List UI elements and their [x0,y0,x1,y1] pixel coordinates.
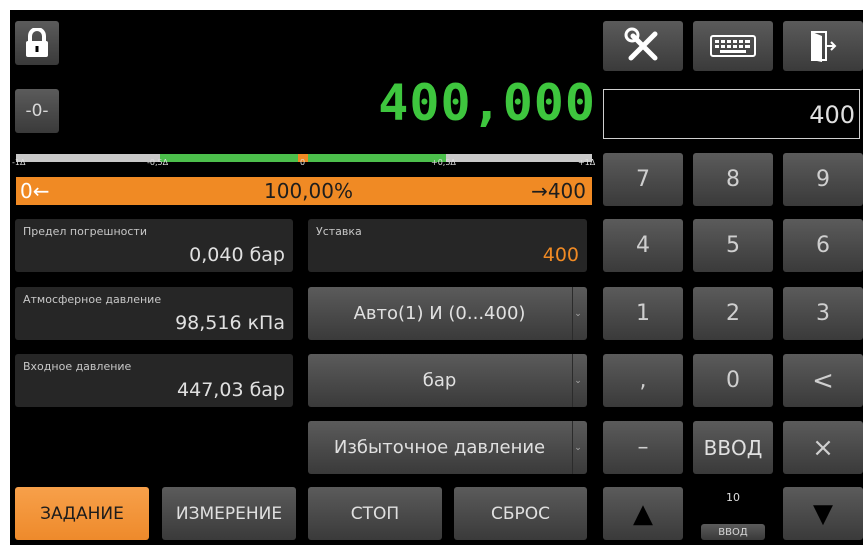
range-progress-left: 0← [20,179,50,203]
unit-select-value: бар [422,370,457,391]
tools-icon [624,27,658,61]
chevron-down-icon: ⌄ [572,421,583,474]
step-up-button[interactable]: ▲ [603,487,683,540]
key-3[interactable]: 3 [783,287,863,340]
chevron-down-icon: ⌄ [572,354,583,407]
key-6[interactable]: 6 [783,219,863,272]
app-screen: -0- 400,000 400 -1Δ -0,5Δ 0 +0,5Δ +1Δ 0←… [10,10,863,545]
input-pressure-label: Входное давление [23,360,132,373]
task-tab-button[interactable]: ЗАДАНИЕ [15,487,149,540]
keyboard-icon [710,35,756,57]
zero-button[interactable]: -0- [15,89,59,133]
key-clear[interactable]: × [783,421,863,474]
key-0[interactable]: 0 [693,354,773,407]
scale-tick-minus-half: -0,5Δ [147,158,169,167]
scale-tick-plus-1: +1Δ [578,158,596,167]
reset-button[interactable]: СБРОС [454,487,587,540]
atm-pressure-panel: Атмосферное давление 98,516 кПа [15,287,293,340]
scale-tick-plus-half: +0,5Δ [431,158,456,167]
value-input-field[interactable]: 400 [603,89,860,139]
step-down-button[interactable]: ▼ [783,487,863,540]
key-7[interactable]: 7 [603,153,683,206]
chevron-down-icon: ⌄ [572,287,583,340]
key-4[interactable]: 4 [603,219,683,272]
range-progress-bar: 0← 100,00% →400 [16,177,592,205]
setpoint-label: Уставка [316,225,362,238]
main-value-display: 400,000 [378,74,596,132]
exit-icon [811,31,837,62]
input-pressure-value: 447,03 бар [177,379,285,401]
stop-button[interactable]: СТОП [308,487,442,540]
step-enter-button[interactable]: ВВОД [701,524,765,540]
atm-pressure-label: Атмосферное давление [23,293,162,306]
scale-tick-minus-1: -1Δ [12,158,26,167]
setpoint-panel[interactable]: Уставка 400 [308,219,587,272]
key-enter[interactable]: ВВОД [693,421,773,474]
key-5[interactable]: 5 [693,219,773,272]
lock-button[interactable] [15,21,59,65]
exit-button[interactable] [783,21,863,71]
key-comma[interactable]: , [603,354,683,407]
error-limit-panel: Предел погрешности 0,040 бар [15,219,293,272]
error-limit-value: 0,040 бар [189,244,285,266]
setpoint-value: 400 [542,244,579,266]
key-1[interactable]: 1 [603,287,683,340]
arrow-down-icon: ▼ [813,498,833,529]
key-backspace[interactable]: < [783,354,863,407]
step-enter-label: ВВОД [718,526,748,538]
lock-icon [26,28,48,57]
range-progress-right: →400 [531,179,586,203]
settings-button[interactable] [603,21,683,71]
keyboard-button[interactable] [693,21,773,71]
key-9[interactable]: 9 [783,153,863,206]
mode-select-value: Авто(1) И (0...400) [353,303,526,324]
key-2[interactable]: 2 [693,287,773,340]
error-limit-label: Предел погрешности [23,225,147,238]
key-8[interactable]: 8 [693,153,773,206]
step-value: 10 [726,491,740,504]
arrow-up-icon: ▲ [633,498,653,529]
step-value-display: 10 ВВОД [693,487,773,540]
scale-tick-zero: 0 [300,158,306,167]
pressure-type-select-value: Избыточное давление [333,437,546,458]
measure-tab-button[interactable]: ИЗМЕРЕНИЕ [162,487,296,540]
key-minus[interactable]: – [603,421,683,474]
input-pressure-panel: Входное давление 447,03 бар [15,354,293,407]
pressure-type-select[interactable]: Избыточное давление ⌄ [308,421,587,474]
unit-select[interactable]: бар ⌄ [308,354,587,407]
value-input-text: 400 [809,101,855,129]
range-progress-center: 100,00% [264,179,353,203]
atm-pressure-value: 98,516 кПа [175,312,285,334]
mode-select[interactable]: Авто(1) И (0...400) ⌄ [308,287,587,340]
